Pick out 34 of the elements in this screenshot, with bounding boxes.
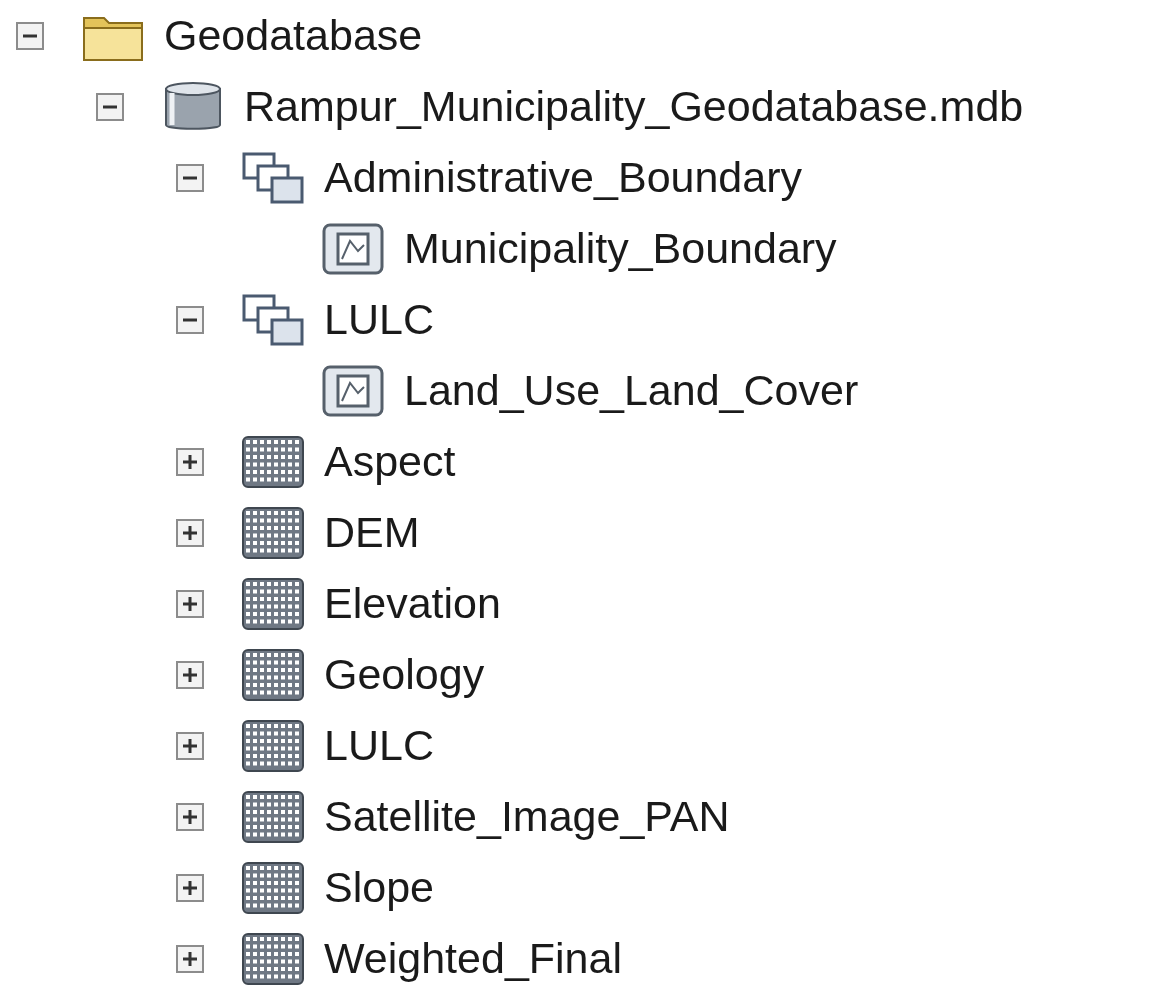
collapse-icon[interactable] <box>15 20 45 51</box>
tree-item[interactable]: Geodatabase <box>164 11 423 60</box>
expand-icon[interactable] <box>175 943 205 974</box>
collapse-icon[interactable] <box>175 304 205 335</box>
expand-icon[interactable] <box>175 588 205 619</box>
grid-icon <box>240 717 306 774</box>
collapse-icon[interactable] <box>95 91 125 122</box>
expand-icon[interactable] <box>175 730 205 761</box>
tree-item[interactable]: LULC <box>324 721 434 770</box>
grid-icon <box>240 788 306 845</box>
grid-icon <box>240 930 306 987</box>
expand-icon[interactable] <box>175 517 205 548</box>
tree-item[interactable]: Geology <box>324 650 485 699</box>
tree-item[interactable]: Elevation <box>324 579 501 628</box>
tree-item[interactable]: LULC <box>324 295 434 344</box>
tree-item[interactable]: Weighted_Final <box>324 934 622 983</box>
expand-icon[interactable] <box>175 801 205 832</box>
tree-item[interactable]: Land_Use_Land_Cover <box>404 366 859 415</box>
grid-icon <box>240 859 306 916</box>
tree-item[interactable]: Rampur_Municipality_Geodatabase.mdb <box>244 82 1024 131</box>
tree-item[interactable]: DEM <box>324 508 420 557</box>
grid-icon <box>240 504 306 561</box>
grid-icon <box>240 575 306 632</box>
expand-icon[interactable] <box>175 659 205 690</box>
expand-icon[interactable] <box>175 446 205 477</box>
tree-item[interactable]: Municipality_Boundary <box>404 224 837 273</box>
tree-item[interactable]: Administrative_Boundary <box>324 153 803 202</box>
tree-item[interactable]: Slope <box>324 863 434 912</box>
tree-item[interactable]: Satellite_Image_PAN <box>324 792 730 841</box>
collapse-icon[interactable] <box>175 162 205 193</box>
tree-item[interactable]: Aspect <box>324 437 456 486</box>
grid-icon <box>240 646 306 703</box>
grid-icon <box>240 433 306 490</box>
expand-icon[interactable] <box>175 872 205 903</box>
